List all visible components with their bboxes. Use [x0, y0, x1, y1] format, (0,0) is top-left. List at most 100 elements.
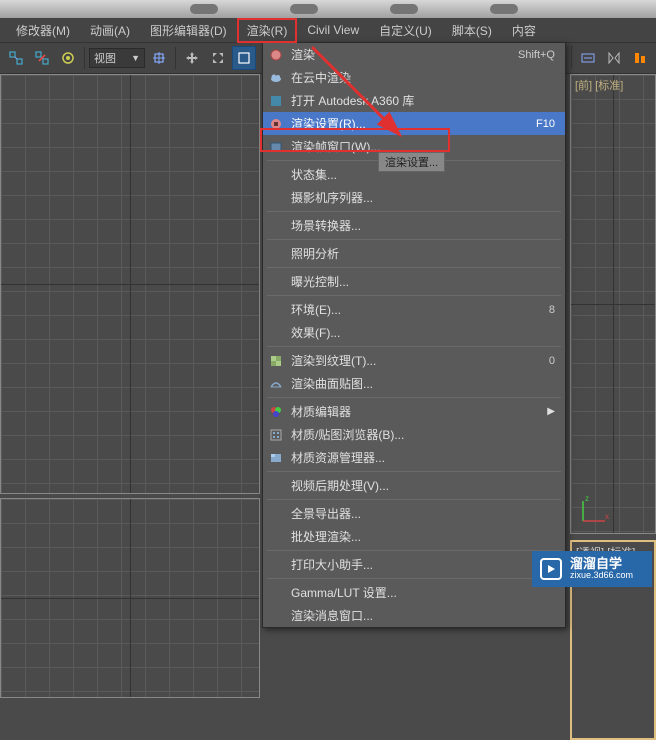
menu-scripting[interactable]: 脚本(S) [442, 18, 502, 43]
menu-item-2[interactable]: 打开 Autodesk A360 库 [263, 89, 565, 112]
frame-icon [268, 139, 284, 155]
material-icon [268, 404, 284, 420]
view-label: 视图 [94, 50, 116, 66]
menubar: 修改器(M) 动画(A) 图形编辑器(D) 渲染(R) Civil View 自… [0, 18, 656, 42]
menu-item-25[interactable]: 视频后期处理(V)... [263, 474, 565, 497]
tool-manipulate[interactable] [206, 46, 230, 70]
menu-separator [267, 550, 561, 551]
viewport-label-front: [前] [标准] [575, 77, 623, 93]
menu-item-label: 照明分析 [291, 245, 339, 262]
tool-mirror[interactable] [602, 46, 626, 70]
reference-coord-dropdown[interactable]: 视图 ▼ [89, 48, 145, 68]
menu-item-label: 在云中渲染 [291, 69, 351, 86]
menu-item-label: 状态集... [291, 166, 337, 183]
menu-customize[interactable]: 自定义(U) [369, 18, 442, 43]
menu-separator [267, 267, 561, 268]
menu-item-16[interactable]: 效果(F)... [263, 321, 565, 344]
menu-separator [267, 211, 561, 212]
menu-item-label: 渲染到纹理(T)... [291, 352, 376, 369]
menu-separator [267, 499, 561, 500]
explorer-icon [268, 450, 284, 466]
menu-item-21[interactable]: 材质编辑器 ▶ [263, 400, 565, 423]
window-title-strip [0, 0, 656, 18]
menu-item-15[interactable]: 环境(E)... 8 [263, 298, 565, 321]
menu-item-label: 渲染帧窗口(W)... [291, 138, 380, 155]
viewport-right[interactable]: [前] [标准] zx [570, 74, 656, 534]
menu-animation[interactable]: 动画(A) [80, 18, 140, 43]
menu-item-label: 渲染消息窗口... [291, 607, 373, 624]
menu-item-label: 材质/贴图浏览器(B)... [291, 426, 404, 443]
menu-item-shortcut: 8 [549, 304, 555, 316]
watermark-url: zixue.3d66.com [570, 571, 633, 581]
chevron-down-icon: ▼ [131, 53, 140, 63]
menu-item-label: 摄影机序列器... [291, 189, 373, 206]
menu-separator [267, 471, 561, 472]
menu-item-label: 曝光控制... [291, 273, 349, 290]
menu-separator [267, 578, 561, 579]
menu-civil-view[interactable]: Civil View [297, 19, 369, 41]
tool-pivot[interactable] [147, 46, 171, 70]
menu-item-shortcut: F10 [536, 118, 555, 130]
menu-item-label: 视频后期处理(V)... [291, 477, 389, 494]
menu-separator [267, 295, 561, 296]
menu-rendering[interactable]: 渲染(R) [237, 18, 298, 43]
menu-item-27[interactable]: 全景导出器... [263, 502, 565, 525]
menu-item-11[interactable]: 照明分析 [263, 242, 565, 265]
menu-item-label: 材质编辑器 [291, 403, 351, 420]
menu-item-shortcut: Shift+Q [518, 49, 555, 61]
menu-item-1[interactable]: 在云中渲染 [263, 66, 565, 89]
axis-gizmo: zx [577, 493, 611, 527]
menu-item-18[interactable]: 渲染到纹理(T)... 0 [263, 349, 565, 372]
watermark-logo-icon [540, 558, 562, 580]
viewport-bottom-left[interactable] [0, 498, 260, 698]
tool-bind[interactable] [56, 46, 80, 70]
chevron-right-icon: ▶ [547, 406, 555, 417]
menu-item-30[interactable]: 打印大小助手... [263, 553, 565, 576]
menu-item-label: 渲染 [291, 46, 315, 63]
menu-item-23[interactable]: 材质资源管理器... [263, 446, 565, 469]
tool-select-move[interactable] [180, 46, 204, 70]
menu-item-3[interactable]: 渲染设置(R)...F10 [263, 112, 565, 135]
watermark-title: 溜溜自学 [570, 557, 633, 571]
svg-text:z: z [585, 494, 589, 503]
menu-modifiers[interactable]: 修改器(M) [6, 18, 80, 43]
menu-item-28[interactable]: 批处理渲染... [263, 525, 565, 548]
menu-item-9[interactable]: 场景转换器... [263, 214, 565, 237]
menu-item-22[interactable]: 材质/贴图浏览器(B)... [263, 423, 565, 446]
menu-separator [267, 346, 561, 347]
menu-content[interactable]: 内容 [502, 18, 546, 43]
settings-icon [268, 116, 284, 132]
watermark: 溜溜自学 zixue.3d66.com [532, 551, 652, 587]
menu-separator [267, 397, 561, 398]
tool-select-region[interactable] [232, 46, 256, 70]
menu-item-13[interactable]: 曝光控制... [263, 270, 565, 293]
tool-named-sel[interactable] [576, 46, 600, 70]
menu-item-33[interactable]: 渲染消息窗口... [263, 604, 565, 627]
menu-item-label: 打开 Autodesk A360 库 [291, 92, 414, 109]
menu-item-label: 打印大小助手... [291, 556, 373, 573]
tool-align[interactable] [628, 46, 652, 70]
menu-item-0[interactable]: 渲染 Shift+Q [263, 43, 565, 66]
menu-item-32[interactable]: Gamma/LUT 设置... [263, 581, 565, 604]
menu-item-19[interactable]: 渲染曲面贴图... [263, 372, 565, 395]
menu-separator [267, 239, 561, 240]
tool-unlink[interactable] [30, 46, 54, 70]
tool-select-link[interactable] [4, 46, 28, 70]
menu-item-label: 环境(E)... [291, 301, 341, 318]
menu-item-label: 场景转换器... [291, 217, 361, 234]
menu-item-label: 效果(F)... [291, 324, 340, 341]
render-menu-dropdown: 渲染 Shift+Q 在云中渲染打开 Autodesk A360 库渲染设置(R).… [262, 42, 566, 628]
menu-graph-editors[interactable]: 图形编辑器(D) [140, 18, 237, 43]
texture-icon [268, 353, 284, 369]
menu-item-label: 渲染曲面贴图... [291, 375, 373, 392]
menu-item-label: 批处理渲染... [291, 528, 361, 545]
viewport-top-left[interactable] [0, 74, 260, 494]
menu-item-label: Gamma/LUT 设置... [291, 584, 397, 601]
render-icon [268, 47, 284, 63]
surface-icon [268, 376, 284, 392]
menu-item-label: 全景导出器... [291, 505, 361, 522]
browser-icon [268, 427, 284, 443]
menu-item-shortcut: 0 [549, 355, 555, 367]
menu-item-7[interactable]: 摄影机序列器... [263, 186, 565, 209]
menu-item-label: 材质资源管理器... [291, 449, 385, 466]
